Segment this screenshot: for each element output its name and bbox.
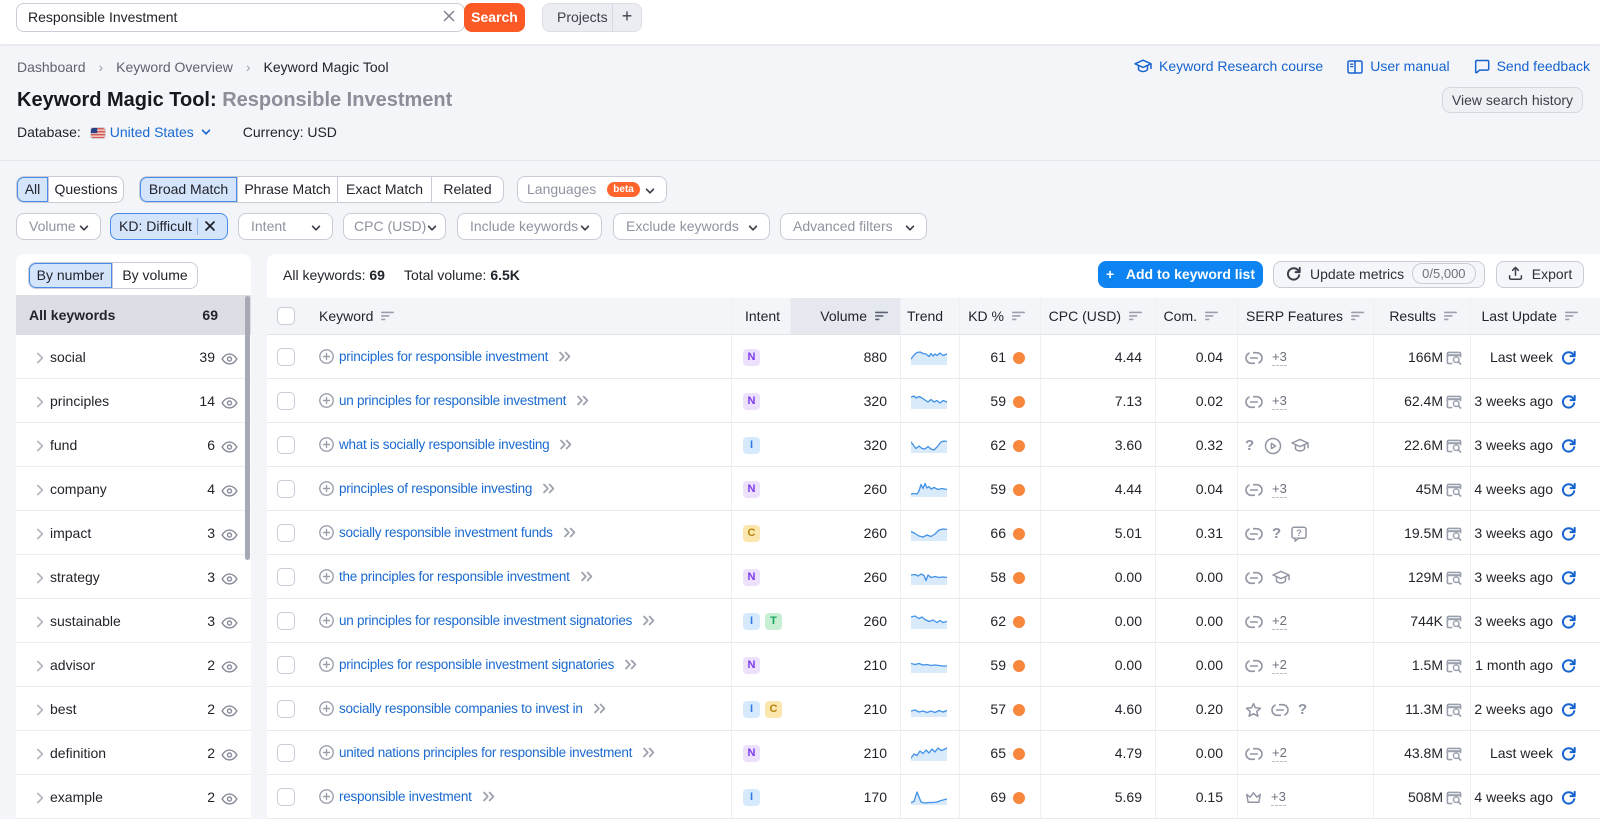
svg-text:?: ? (1296, 527, 1302, 537)
